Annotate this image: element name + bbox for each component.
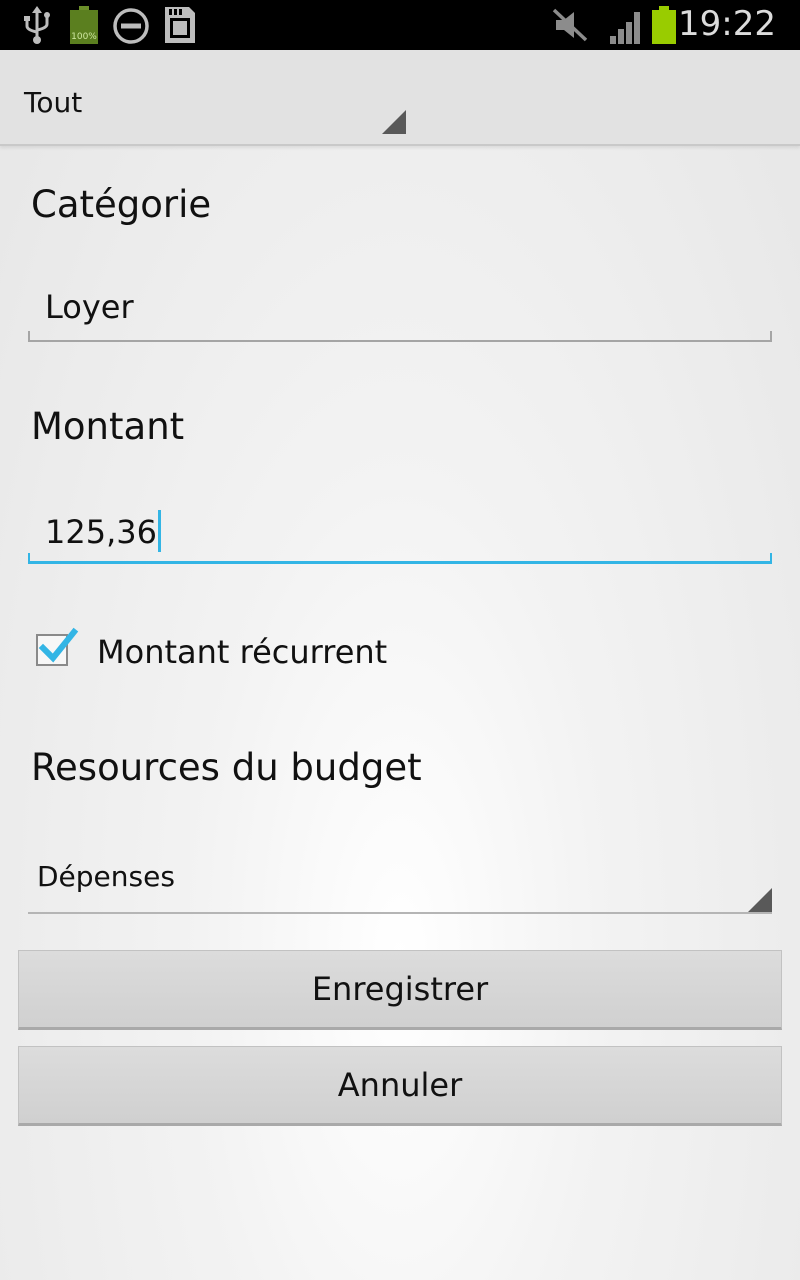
sd-card-icon	[165, 7, 195, 43]
spinner-arrow-icon	[748, 888, 772, 912]
filter-spinner-value: Tout	[24, 86, 83, 119]
amount-field[interactable]: 125,36	[28, 500, 772, 564]
budget-label: Resources du budget	[31, 746, 422, 789]
do-not-disturb-icon	[113, 8, 149, 44]
filter-spinner[interactable]: Tout	[0, 50, 800, 146]
status-bar: 100% 19:22	[0, 0, 800, 50]
clock: 19:22	[678, 4, 776, 44]
signal-icon	[610, 12, 640, 44]
amount-text: 125,36	[45, 510, 161, 552]
checkmark-icon	[38, 627, 79, 663]
category-value: Loyer	[45, 288, 134, 326]
budget-spinner[interactable]: Dépenses	[28, 846, 772, 914]
vibrate-off-icon	[552, 8, 588, 42]
battery-full-icon: 100%	[70, 6, 98, 44]
spinner-arrow-icon	[382, 110, 406, 134]
battery-icon	[652, 6, 676, 44]
recurring-checkbox[interactable]	[36, 627, 79, 666]
amount-label: Montant	[31, 405, 185, 448]
usb-icon	[24, 6, 50, 44]
category-label: Catégorie	[31, 183, 212, 226]
text-cursor	[157, 510, 161, 552]
recurring-label[interactable]: Montant récurrent	[97, 633, 387, 671]
amount-value: 125,36	[45, 513, 157, 551]
category-field[interactable]: Loyer	[28, 278, 772, 342]
save-button[interactable]: Enregistrer	[18, 950, 782, 1030]
cancel-button[interactable]: Annuler	[18, 1046, 782, 1126]
amount-underline	[28, 553, 772, 564]
category-underline	[28, 331, 772, 342]
battery-percent-label: 100%	[71, 32, 97, 42]
budget-spinner-value: Dépenses	[37, 860, 175, 893]
